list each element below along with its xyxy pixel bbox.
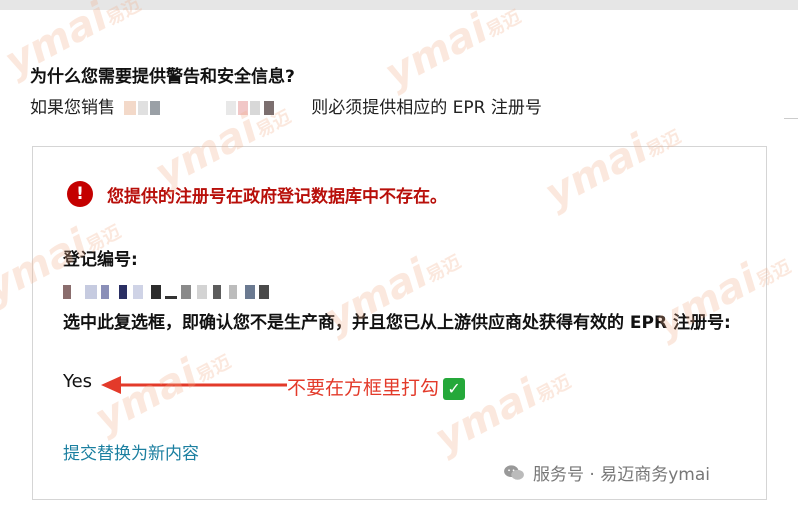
redacted-product-1 — [120, 101, 190, 115]
registration-label: 登记编号: — [63, 250, 138, 270]
wechat-icon — [504, 464, 524, 480]
submit-replacement-link[interactable]: 提交替换为新内容 — [63, 439, 199, 464]
error-message: 您提供的注册号在政府登记数据库中不存在。 — [107, 186, 447, 207]
error-icon: ! — [67, 181, 93, 207]
top-strip — [0, 0, 798, 10]
page-heading: 为什么您需要提供警告和安全信息? — [30, 67, 295, 87]
subline-prefix: 如果您销售 — [30, 98, 115, 118]
subline-suffix: 则必须提供相应的 EPR 注册号 — [311, 98, 542, 118]
side-divider — [784, 118, 798, 119]
footer-watermark: 服务号 · 易迈商务ymai — [503, 460, 710, 485]
epr-panel: ! 您提供的注册号在政府登记数据库中不存在。 登记编号: 选中此复选框，即确认您… — [32, 146, 767, 500]
annotation-text: 不要在方框里打勾 — [287, 377, 440, 399]
arrow-left-icon — [101, 376, 287, 394]
redacted-registration-number — [63, 285, 273, 299]
footer-watermark-text: 服务号 · 易迈商务ymai — [533, 465, 710, 485]
confirm-checkbox-description: 选中此复选框，即确认您不是生产商，并且您已从上游供应商处获得有效的 EPR 注册… — [63, 313, 731, 333]
watermark-logo: ymai易迈 — [377, 5, 525, 98]
error-alert: ! 您提供的注册号在政府登记数据库中不存在。 — [67, 181, 447, 207]
epr-requirement-text: 如果您销售 则必须提供相应的 EPR 注册号 — [30, 93, 542, 118]
checkmark-icon: ✓ — [443, 377, 466, 400]
annotation-note: 不要在方框里打勾 ✓ — [287, 373, 466, 400]
confirm-value: Yes — [63, 371, 93, 392]
redacted-product-2 — [225, 101, 306, 115]
